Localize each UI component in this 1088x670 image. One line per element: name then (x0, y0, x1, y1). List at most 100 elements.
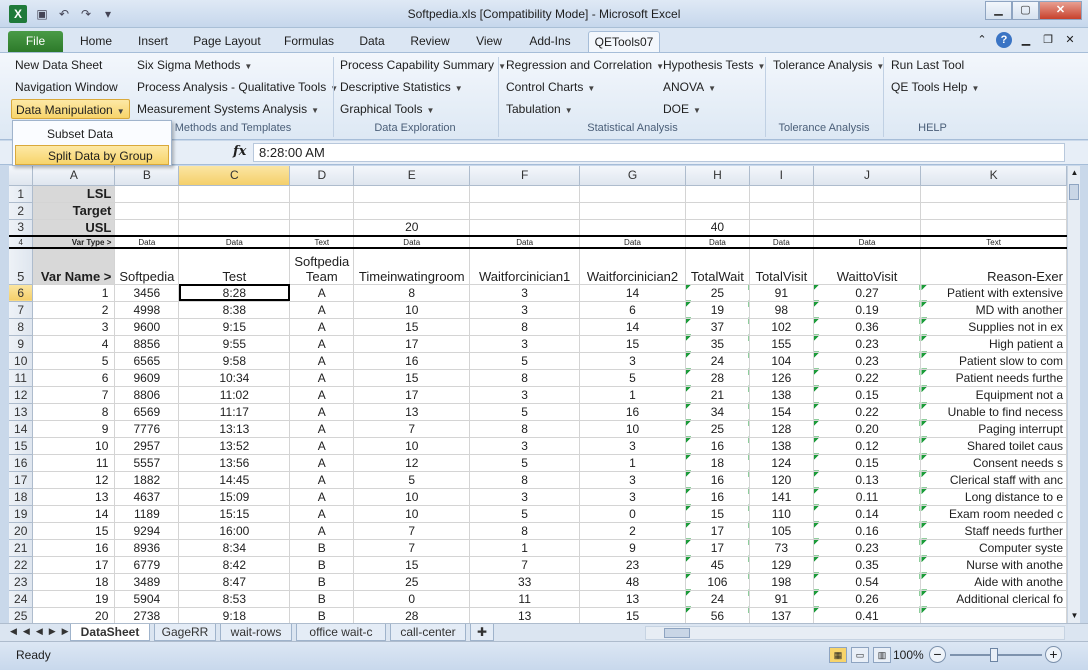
cell[interactable]: 10 (353, 505, 471, 523)
cell[interactable]: 15:15 (178, 505, 291, 523)
cell[interactable]: Patient slow to com (920, 352, 1067, 370)
cell[interactable]: 126 (749, 369, 814, 387)
cell[interactable]: 0.19 (813, 301, 922, 319)
column-header[interactable]: C (178, 166, 291, 186)
help-icon[interactable]: ? (996, 32, 1012, 48)
var-name-cell[interactable]: Waitforcinician1 (469, 248, 581, 285)
cell[interactable]: A (289, 284, 355, 302)
row-header[interactable]: 24 (9, 590, 34, 608)
cell[interactable]: 13 (32, 488, 116, 506)
cell[interactable] (289, 185, 355, 203)
cell[interactable]: 4998 (114, 301, 180, 319)
horizontal-scrollbar[interactable] (645, 626, 1065, 640)
cell[interactable]: 24 (685, 590, 750, 608)
cell[interactable] (353, 202, 471, 220)
cell[interactable]: 1882 (114, 471, 180, 489)
select-all-corner[interactable] (9, 166, 34, 186)
cell[interactable]: 91 (749, 590, 814, 608)
cell[interactable]: 17 (685, 539, 750, 557)
cell[interactable]: A (289, 488, 355, 506)
hypothesis-tests-button[interactable]: Hypothesis Tests ▼ (663, 55, 765, 75)
cell[interactable]: 0.11 (813, 488, 922, 506)
cell[interactable]: 2738 (114, 607, 180, 623)
cell[interactable]: 24 (685, 352, 750, 370)
cell[interactable]: 138 (749, 386, 814, 404)
cell[interactable]: A (289, 437, 355, 455)
cell[interactable]: 0.13 (813, 471, 922, 489)
cell[interactable]: 8856 (114, 335, 180, 353)
doc-close-icon[interactable]: ✕ (1062, 32, 1078, 48)
cell[interactable]: 15 (353, 318, 471, 336)
cell[interactable]: 23 (579, 556, 686, 574)
column-header[interactable]: A (32, 166, 116, 186)
cell[interactable] (579, 219, 686, 237)
cell[interactable]: 18 (32, 573, 116, 591)
cell[interactable]: Staff needs further (920, 522, 1067, 540)
cell[interactable]: 13 (353, 403, 471, 421)
cell[interactable]: 40 (685, 219, 750, 237)
cell[interactable]: 7776 (114, 420, 180, 438)
cell[interactable]: 3 (469, 386, 581, 404)
cell[interactable]: 4637 (114, 488, 180, 506)
cell[interactable]: 0.22 (813, 403, 922, 421)
cell[interactable] (749, 202, 814, 220)
cell[interactable]: A (289, 352, 355, 370)
cell[interactable]: 0.15 (813, 454, 922, 472)
tab-page-layout[interactable]: Page Layout (188, 31, 266, 52)
function-icon[interactable]: fx (233, 144, 246, 159)
row-header[interactable]: 10 (9, 352, 34, 370)
cell[interactable]: High patient a (920, 335, 1067, 353)
cell[interactable]: Aide with anothe (920, 573, 1067, 591)
cell[interactable]: 2 (32, 301, 116, 319)
column-header[interactable]: E (353, 166, 471, 186)
cell[interactable]: 17 (32, 556, 116, 574)
cell[interactable]: 155 (749, 335, 814, 353)
cell[interactable]: 9609 (114, 369, 180, 387)
cell[interactable] (114, 219, 180, 237)
cell[interactable]: 3 (579, 437, 686, 455)
cell[interactable]: 138 (749, 437, 814, 455)
cell[interactable]: 110 (749, 505, 814, 523)
cell[interactable] (289, 219, 355, 237)
cell[interactable]: 18 (685, 454, 750, 472)
cell[interactable]: 16 (353, 352, 471, 370)
cell[interactable] (178, 185, 291, 203)
cell[interactable] (685, 185, 750, 203)
tab-formulas[interactable]: Formulas (278, 31, 340, 52)
column-header[interactable]: J (813, 166, 922, 186)
cell[interactable] (579, 202, 686, 220)
row-header[interactable]: 14 (9, 420, 34, 438)
cell[interactable]: Unable to find necess (920, 403, 1067, 421)
cell[interactable]: 3 (579, 352, 686, 370)
row-header[interactable]: 25 (9, 607, 34, 623)
cell[interactable] (749, 219, 814, 237)
cell[interactable]: 3 (469, 335, 581, 353)
cell[interactable]: 9 (32, 420, 116, 438)
cell[interactable]: 0 (353, 590, 471, 608)
cell[interactable]: Consent needs s (920, 454, 1067, 472)
minimize-button[interactable]: ▁ (985, 1, 1012, 20)
cell[interactable]: Paging interrupt (920, 420, 1067, 438)
cell[interactable]: 91 (749, 284, 814, 302)
cell[interactable]: 0.12 (813, 437, 922, 455)
cell[interactable]: Shared toilet caus (920, 437, 1067, 455)
doc-minimize-icon[interactable]: ▁ (1018, 32, 1034, 48)
row-header[interactable]: 13 (9, 403, 34, 421)
var-type-cell[interactable]: Data (114, 235, 180, 249)
cell[interactable]: 8 (353, 284, 471, 302)
cell[interactable]: 12 (353, 454, 471, 472)
cell[interactable]: 14 (579, 284, 686, 302)
var-name-cell[interactable]: Softpedia Team (289, 248, 355, 285)
cell[interactable]: 129 (749, 556, 814, 574)
row-header[interactable]: 7 (9, 301, 34, 319)
cell[interactable]: 0.20 (813, 420, 922, 438)
cell[interactable]: 128 (749, 420, 814, 438)
cell[interactable]: Nurse with anothe (920, 556, 1067, 574)
tab-file[interactable]: File (8, 31, 63, 52)
cell[interactable]: 9:18 (178, 607, 291, 623)
cell[interactable]: A (289, 454, 355, 472)
maximize-button[interactable]: ▢ (1012, 1, 1039, 20)
cell[interactable]: 0.14 (813, 505, 922, 523)
cell[interactable]: 15 (353, 369, 471, 387)
cell[interactable] (469, 185, 581, 203)
